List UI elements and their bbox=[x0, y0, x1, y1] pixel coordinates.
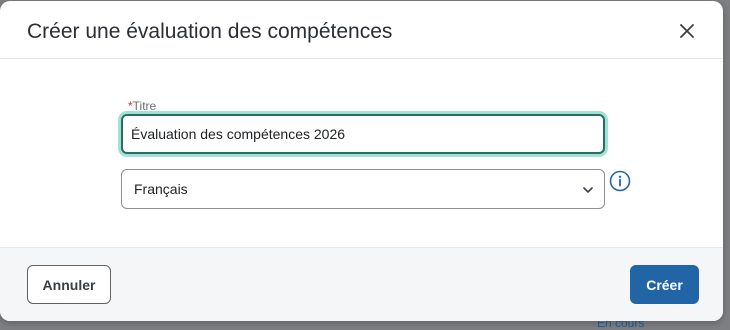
title-label-text: Titre bbox=[132, 99, 157, 113]
chevron-down-icon bbox=[583, 187, 593, 193]
dialog-title: Créer une évaluation des compétences bbox=[27, 20, 393, 43]
close-button[interactable] bbox=[675, 19, 699, 43]
title-input[interactable] bbox=[121, 114, 605, 154]
dialog-footer: Annuler Créer bbox=[0, 247, 723, 321]
dialog-header: Créer une évaluation des compétences bbox=[0, 1, 723, 59]
create-assessment-dialog: Créer une évaluation des compétences *Ti… bbox=[0, 1, 723, 321]
info-icon[interactable] bbox=[609, 170, 631, 192]
title-field-label: *Titre bbox=[128, 99, 156, 113]
close-icon bbox=[680, 24, 694, 38]
cancel-button[interactable]: Annuler bbox=[27, 265, 111, 304]
dialog-body: *Titre Français bbox=[0, 59, 723, 247]
create-button[interactable]: Créer bbox=[630, 265, 699, 304]
language-select-value: Français bbox=[134, 181, 188, 197]
language-select[interactable]: Français bbox=[121, 169, 605, 209]
